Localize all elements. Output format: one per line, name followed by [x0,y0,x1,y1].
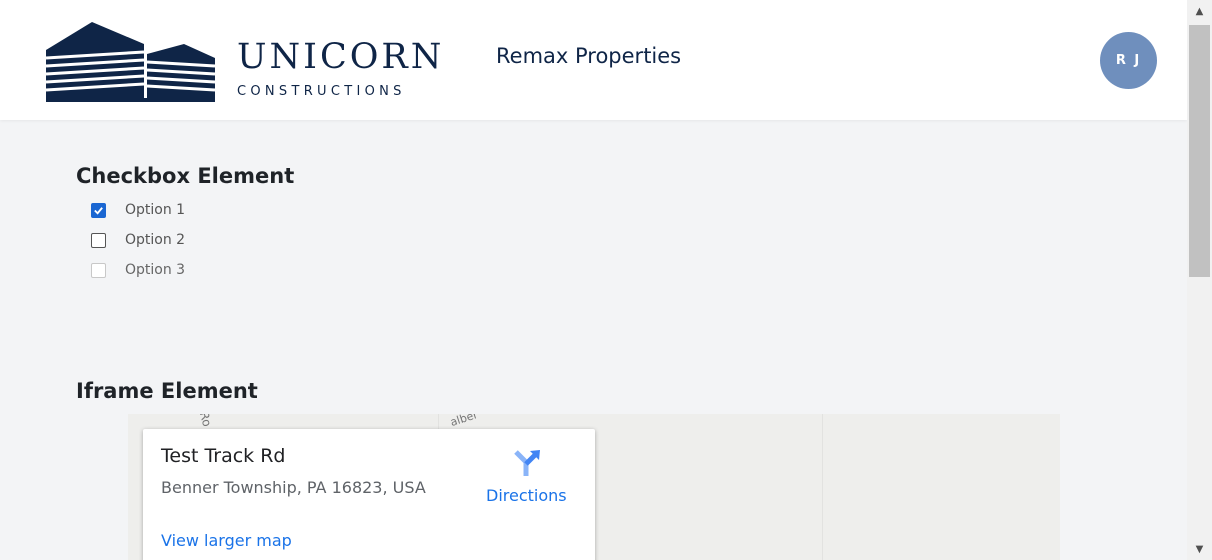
checkbox-label: Option 3 [125,262,186,278]
place-name: Test Track Rd [161,445,286,467]
checkbox-label: Option 2 [125,232,186,248]
brand-subtitle: CONSTRUCTIONS [237,84,406,99]
checkbox-option-1[interactable]: Option 1 [91,200,185,220]
checkbox-section-title: Checkbox Element [76,164,295,188]
checkbox-checked[interactable] [91,202,106,218]
checkbox-disabled [91,262,106,278]
triangle-up-icon[interactable]: ▲ [1187,0,1212,22]
checkbox-unchecked[interactable] [91,232,106,248]
brand-name: UNICORN [237,37,445,77]
map-place-card: Test Track Rd Benner Township, PA 16823,… [143,429,595,560]
map-iframe[interactable]: Ro alber Test Track Rd Benner Township, … [128,414,1060,560]
site-header: UNICORN CONSTRUCTIONS Remax Properties R… [0,0,1187,120]
map-road [822,414,823,560]
triangle-down-icon[interactable]: ▼ [1187,538,1212,560]
map-road-label: Ro [196,414,215,429]
scrollbar-thumb[interactable] [1189,25,1210,277]
user-avatar[interactable]: R J [1100,32,1157,89]
iframe-section-title: Iframe Element [76,379,258,403]
checkbox-label: Option 1 [125,202,186,218]
checkbox-option-3: Option 3 [91,260,185,280]
view-larger-map-link[interactable]: View larger map [161,531,292,550]
directions-icon[interactable] [512,448,542,478]
directions-link[interactable]: Directions [486,486,567,505]
checkbox-option-2[interactable]: Option 2 [91,230,185,250]
map-road-label: alber [448,414,480,430]
vertical-scrollbar[interactable]: ▲ ▼ [1187,0,1212,560]
place-address: Benner Township, PA 16823, USA [161,478,426,497]
site-title[interactable]: Remax Properties [496,44,681,68]
check-icon [94,206,103,215]
